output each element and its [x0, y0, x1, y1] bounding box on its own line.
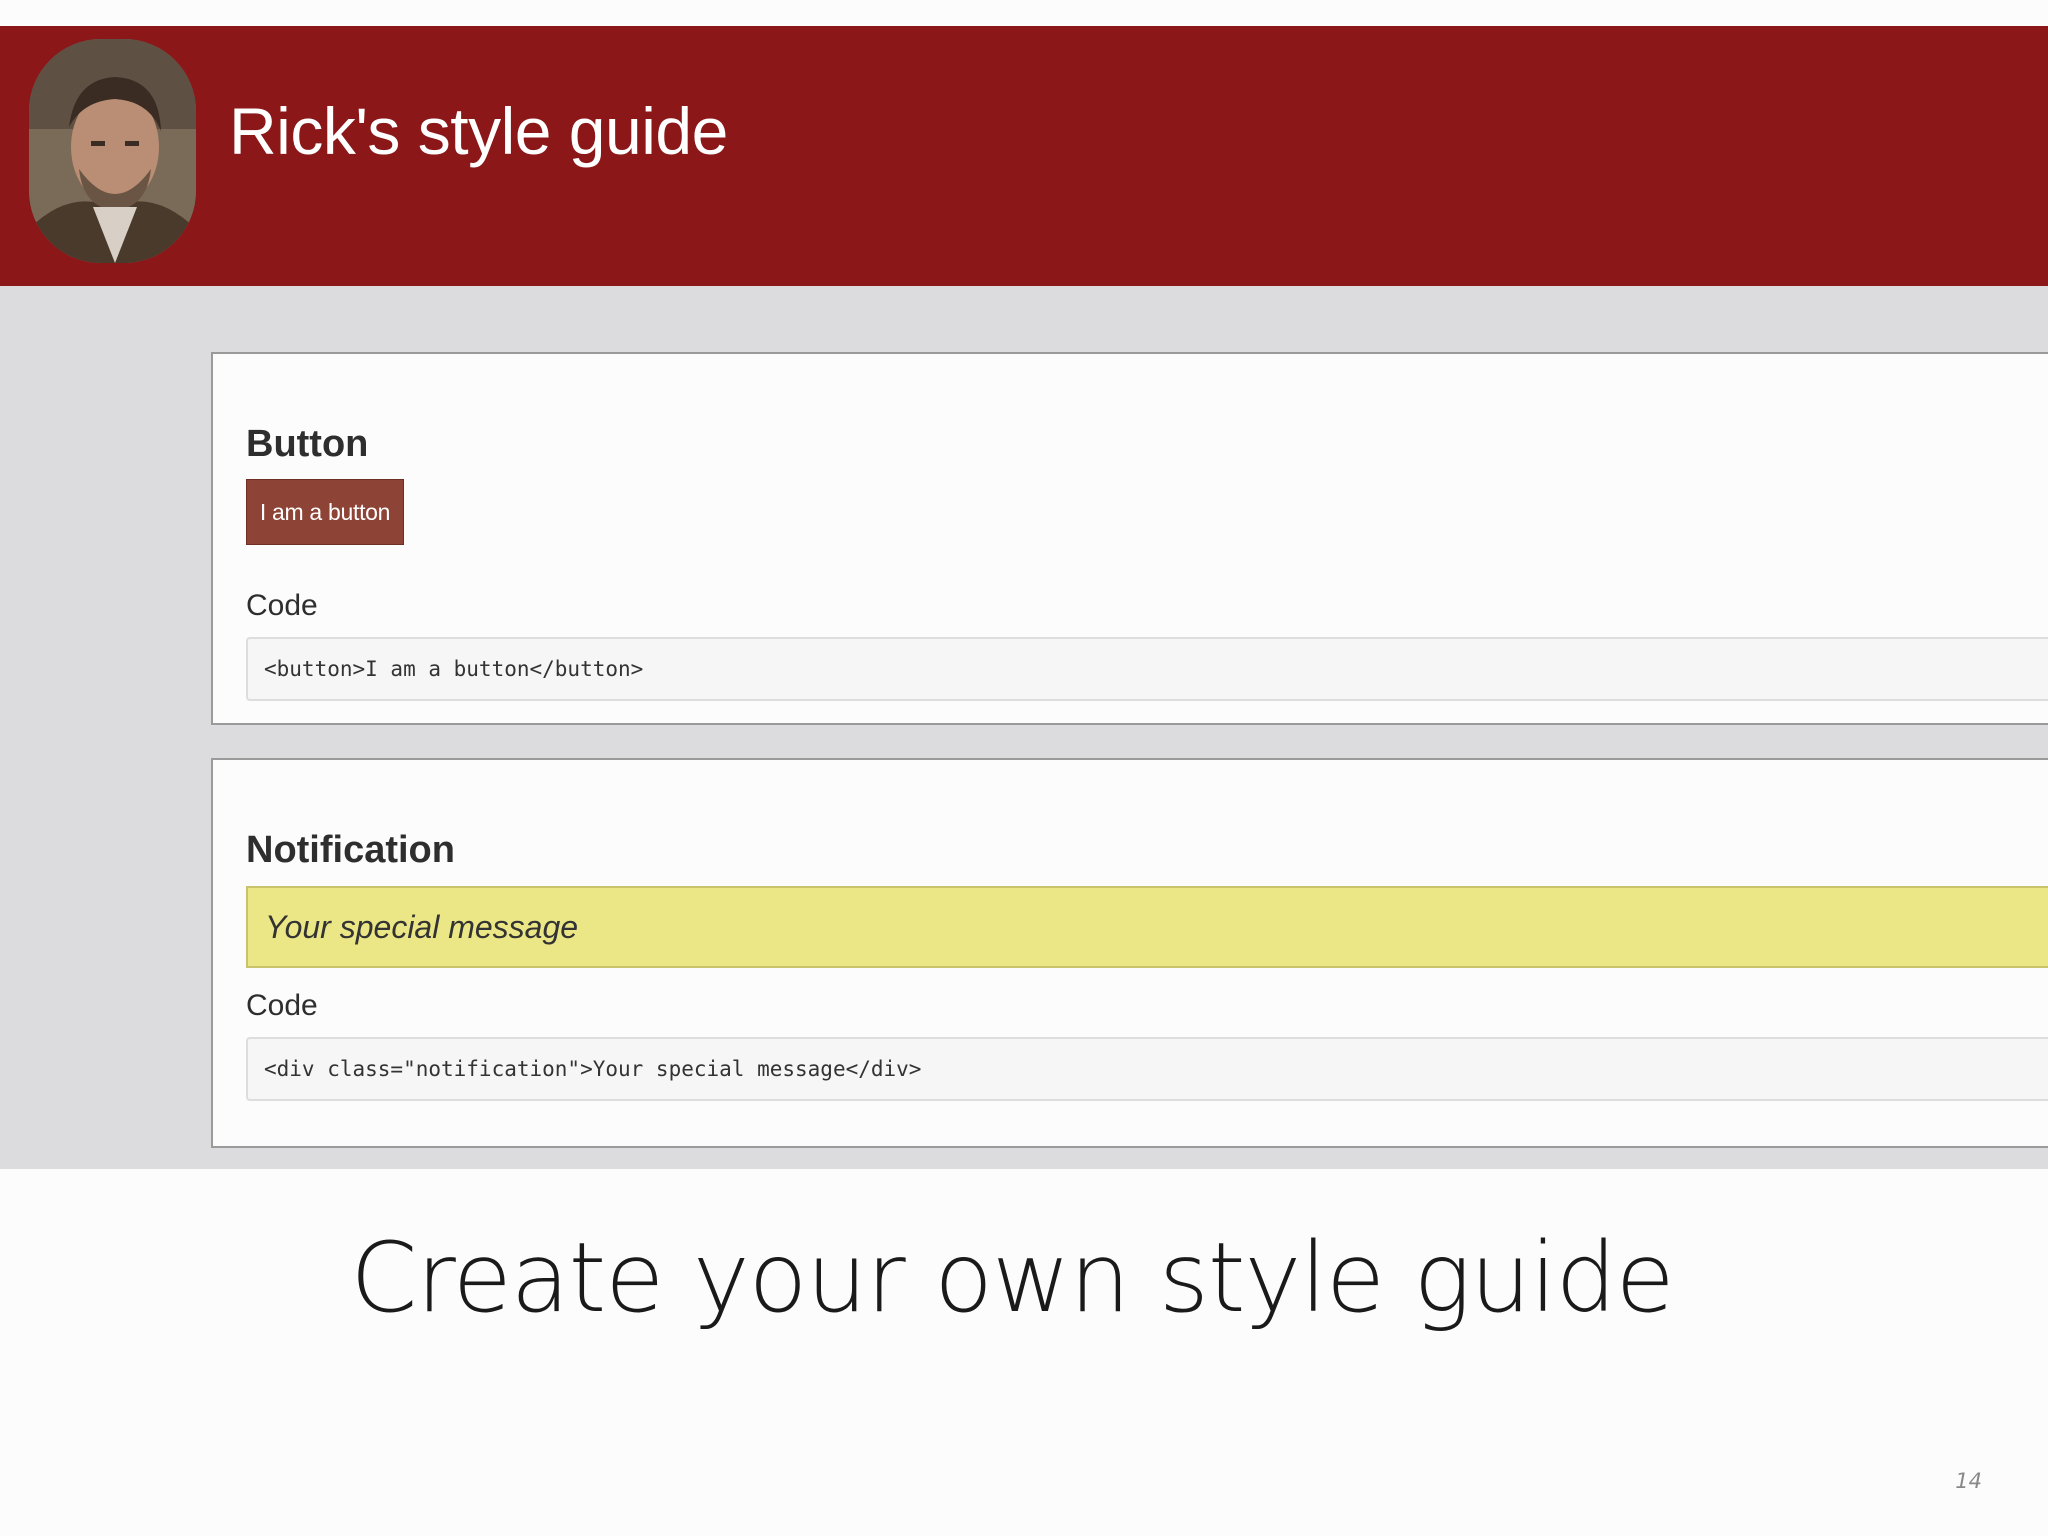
button-code-label: Code	[246, 589, 318, 622]
page-number: 14	[1955, 1469, 1982, 1493]
demo-button[interactable]: I am a button	[246, 479, 404, 545]
button-code-block: <button>I am a button</button>	[246, 637, 2048, 701]
notification-section-card: Notification Your special message Code <…	[211, 758, 2048, 1148]
avatar-photo-icon	[29, 39, 196, 263]
style-guide-screenshot: Rick's style guide Button I am a button …	[0, 26, 2048, 1169]
button-section-card: Button I am a button Code <button>I am a…	[211, 352, 2048, 725]
notification-code-label: Code	[246, 989, 318, 1022]
notification-code-block: <div class="notification">Your special m…	[246, 1037, 2048, 1101]
page-title: Rick's style guide	[229, 94, 728, 168]
notification-message: Your special message	[246, 886, 2048, 968]
notification-section-title: Notification	[246, 829, 455, 871]
site-header: Rick's style guide	[0, 26, 2048, 286]
slide-caption: Create your own style guide	[350, 1222, 1674, 1334]
button-section-title: Button	[246, 423, 369, 465]
avatar	[29, 39, 196, 263]
